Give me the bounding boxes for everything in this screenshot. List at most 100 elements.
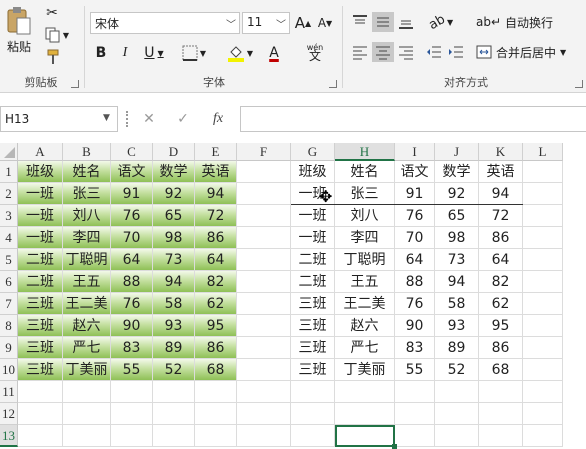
cell-j6[interactable]: 94 [435,271,479,293]
row-header-2[interactable]: 2 [0,183,18,205]
cell-j10[interactable]: 52 [435,359,479,381]
cell-l2[interactable] [523,183,563,205]
cell-h6[interactable]: 王五 [335,271,395,293]
cut-button[interactable]: ✂ [42,4,62,22]
cell-i8[interactable]: 90 [395,315,435,337]
align-middle-button[interactable] [372,12,394,32]
cell-h13[interactable] [335,425,395,447]
column-header-i[interactable]: I [395,143,435,161]
insert-function-button[interactable]: fx [206,108,230,130]
cell-h8[interactable]: 赵六 [335,315,395,337]
cell-f4[interactable] [237,227,291,249]
cell-b9[interactable]: 严七 [63,337,111,359]
cell-j12[interactable] [435,403,479,425]
cell-i12[interactable] [395,403,435,425]
cell-c13[interactable] [111,425,153,447]
cell-g10[interactable]: 三班 [291,359,335,381]
cell-l9[interactable] [523,337,563,359]
cell-c6[interactable]: 88 [111,271,153,293]
cell-j5[interactable]: 73 [435,249,479,271]
formula-input[interactable] [240,106,586,132]
align-bottom-button[interactable] [396,12,416,32]
cell-d3[interactable]: 65 [153,205,195,227]
cell-f2[interactable] [237,183,291,205]
cell-f11[interactable] [237,381,291,403]
cell-a10[interactable]: 三班 [18,359,63,381]
cell-k7[interactable]: 62 [479,293,523,315]
row-header-1[interactable]: 1 [0,161,18,183]
column-header-b[interactable]: B [63,143,111,161]
column-header-d[interactable]: D [153,143,195,161]
cell-d4[interactable]: 98 [153,227,195,249]
cell-j7[interactable]: 58 [435,293,479,315]
font-launcher[interactable] [329,80,337,88]
cell-j1[interactable]: 数学 [435,161,479,183]
cell-d5[interactable]: 73 [153,249,195,271]
row-header-9[interactable]: 9 [0,337,18,359]
cell-d2[interactable]: 92 [153,183,195,205]
cell-j4[interactable]: 98 [435,227,479,249]
cell-h9[interactable]: 严七 [335,337,395,359]
cell-a7[interactable]: 三班 [18,293,63,315]
cell-e9[interactable]: 86 [195,337,237,359]
enter-button[interactable]: ✓ [172,108,194,130]
cell-a1[interactable]: 班级 [18,161,63,183]
cell-i11[interactable] [395,381,435,403]
cell-e6[interactable]: 82 [195,271,237,293]
row-header-3[interactable]: 3 [0,205,18,227]
cell-b6[interactable]: 王五 [63,271,111,293]
cell-h12[interactable] [335,403,395,425]
merge-center-button[interactable]: 合并后居中 ▼ [476,42,576,62]
font-name-dropdown[interactable]: 宋体 ﹀ [90,12,240,34]
cell-j13[interactable] [435,425,479,447]
align-center-button[interactable] [372,42,394,62]
cell-a9[interactable]: 三班 [18,337,63,359]
decrease-indent-button[interactable] [424,42,444,62]
cell-f3[interactable] [237,205,291,227]
column-header-h[interactable]: H [335,143,395,161]
format-painter-button[interactable] [42,48,62,66]
cell-a5[interactable]: 二班 [18,249,63,271]
cell-b12[interactable] [63,403,111,425]
cell-d11[interactable] [153,381,195,403]
cell-k13[interactable] [479,425,523,447]
phonetic-button[interactable]: wén 文 [300,40,330,64]
row-header-11[interactable]: 11 [0,381,18,403]
column-header-g[interactable]: G [291,143,335,161]
cell-j3[interactable]: 65 [435,205,479,227]
cell-a3[interactable]: 一班 [18,205,63,227]
cell-d10[interactable]: 52 [153,359,195,381]
orientation-button[interactable]: ab ▼ [426,11,456,32]
cell-f8[interactable] [237,315,291,337]
borders-button[interactable]: ▼ [178,42,210,64]
cell-c10[interactable]: 55 [111,359,153,381]
font-color-button[interactable]: A [258,42,290,64]
cell-c8[interactable]: 90 [111,315,153,337]
cell-a13[interactable] [18,425,63,447]
fill-color-button[interactable]: ▼ [224,42,256,64]
wrap-text-button[interactable]: ab↵ 自动换行 [476,12,556,32]
cell-g6[interactable]: 二班 [291,271,335,293]
cell-g12[interactable] [291,403,335,425]
column-header-e[interactable]: E [195,143,237,161]
cell-l5[interactable] [523,249,563,271]
alignment-launcher[interactable] [575,80,583,88]
cell-c2[interactable]: 91 [111,183,153,205]
cell-b5[interactable]: 丁聪明 [63,249,111,271]
cell-c9[interactable]: 83 [111,337,153,359]
cell-k12[interactable] [479,403,523,425]
cell-e1[interactable]: 英语 [195,161,237,183]
cell-c11[interactable] [111,381,153,403]
cell-j8[interactable]: 93 [435,315,479,337]
cell-c12[interactable] [111,403,153,425]
row-header-7[interactable]: 7 [0,293,18,315]
cell-l3[interactable] [523,205,563,227]
cell-a6[interactable]: 二班 [18,271,63,293]
cell-a12[interactable] [18,403,63,425]
cell-c7[interactable]: 76 [111,293,153,315]
cell-h7[interactable]: 王二美 [335,293,395,315]
cell-d8[interactable]: 93 [153,315,195,337]
cell-i3[interactable]: 76 [395,205,435,227]
cell-e2[interactable]: 94 [195,183,237,205]
column-header-c[interactable]: C [111,143,153,161]
